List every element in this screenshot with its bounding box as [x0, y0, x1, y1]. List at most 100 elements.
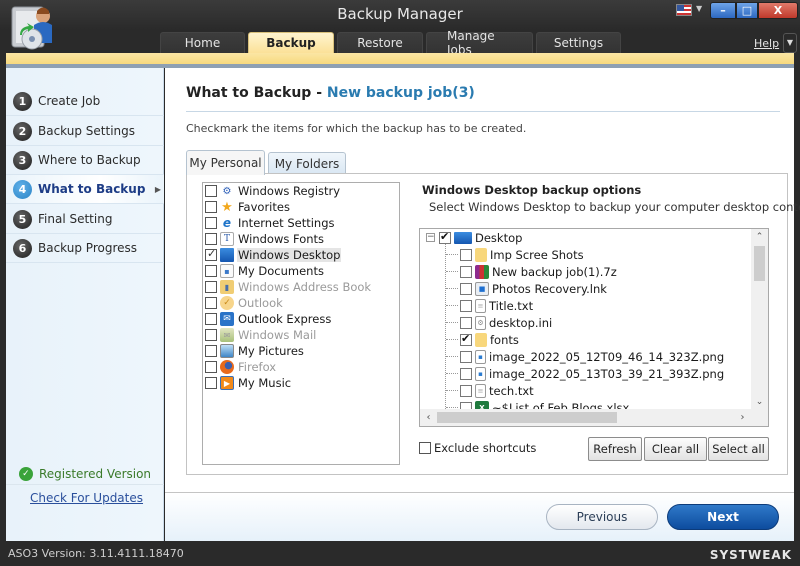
- help-dropdown-caret-icon[interactable]: ▼: [783, 33, 797, 53]
- tree-node-label: fonts: [490, 332, 519, 347]
- checkbox-checked[interactable]: [205, 247, 217, 261]
- step-final-setting[interactable]: 5 Final Setting: [6, 205, 164, 234]
- tree-node[interactable]: ≡ tech.txt: [446, 382, 534, 399]
- tree-node-label: image_2022_05_13T03_39_21_393Z.png: [489, 366, 725, 381]
- step-backup-progress[interactable]: 6 Backup Progress: [6, 234, 164, 263]
- checkbox[interactable]: [205, 345, 217, 357]
- next-button[interactable]: Next: [667, 504, 779, 530]
- clear-all-button[interactable]: Clear all: [644, 437, 707, 461]
- item-label: My Pictures: [238, 344, 304, 358]
- item-windows-mail[interactable]: ✉ Windows Mail: [203, 327, 317, 343]
- tab-settings[interactable]: Settings: [536, 32, 621, 53]
- checkbox[interactable]: [205, 201, 217, 213]
- help-menu[interactable]: Help: [754, 37, 779, 50]
- scroll-up-icon[interactable]: ⌃: [751, 229, 768, 246]
- tree-node[interactable]: New backup job(1).7z: [446, 263, 617, 280]
- checkbox[interactable]: [205, 185, 217, 197]
- refresh-button[interactable]: Refresh: [588, 437, 642, 461]
- checkbox-checked[interactable]: [439, 230, 451, 244]
- tree-node[interactable]: ■ Photos Recovery.lnk: [446, 280, 607, 297]
- item-windows-address-book[interactable]: ▮ Windows Address Book: [203, 279, 372, 295]
- tree-connector: [446, 288, 458, 289]
- check-for-updates-link[interactable]: Check For Updates: [30, 491, 143, 505]
- tree-node-label: desktop.ini: [489, 315, 553, 330]
- close-button[interactable]: X: [758, 2, 798, 19]
- previous-button[interactable]: Previous: [546, 504, 658, 530]
- step-number-badge: 6: [13, 238, 32, 258]
- checkbox[interactable]: [460, 367, 472, 380]
- item-internet-settings[interactable]: e Internet Settings: [203, 215, 336, 231]
- tree-node[interactable]: ▪ image_2022_05_12T09_46_14_323Z.png: [446, 348, 724, 365]
- help-label: Help: [754, 37, 780, 50]
- item-outlook[interactable]: ✓ Outlook: [203, 295, 284, 311]
- item-windows-registry[interactable]: ⚙ Windows Registry: [203, 183, 341, 199]
- checkbox[interactable]: [460, 265, 472, 278]
- step-what-to-backup[interactable]: 4 What to Backup ▶: [6, 175, 164, 204]
- item-my-music[interactable]: ▶ My Music: [203, 375, 292, 391]
- checkbox[interactable]: [205, 297, 217, 309]
- item-windows-fonts[interactable]: T Windows Fonts: [203, 231, 325, 247]
- registered-label: Registered Version: [38, 466, 152, 481]
- horizontal-scroll-thumb[interactable]: [437, 412, 617, 423]
- tab-restore[interactable]: Restore: [337, 32, 423, 53]
- vertical-scrollbar[interactable]: ⌃ ⌄: [751, 229, 768, 411]
- address-book-icon: ▮: [220, 280, 234, 294]
- version-status: ASO3 Version: 3.11.4111.18470: [8, 547, 184, 560]
- checkbox[interactable]: [205, 361, 217, 373]
- exclude-shortcuts-checkbox[interactable]: [419, 442, 431, 454]
- minimize-button[interactable]: –: [710, 2, 736, 19]
- ribbon-bar: [6, 53, 794, 64]
- maximize-button[interactable]: □: [736, 2, 758, 19]
- tree-node-desktop[interactable]: − Desktop: [426, 229, 522, 246]
- vertical-scroll-thumb[interactable]: [754, 246, 765, 281]
- active-step-arrow-icon: ▶: [154, 184, 161, 194]
- item-my-pictures[interactable]: My Pictures: [203, 343, 305, 359]
- checkbox[interactable]: [460, 350, 472, 363]
- collapse-icon[interactable]: −: [426, 233, 435, 242]
- checkbox[interactable]: [460, 248, 472, 261]
- language-dropdown-caret-icon[interactable]: ▼: [696, 4, 702, 13]
- checkbox[interactable]: [205, 217, 217, 229]
- tree-connector: [446, 373, 458, 374]
- scroll-left-icon[interactable]: ‹: [420, 409, 437, 426]
- archive-icon: [475, 264, 489, 279]
- tree-node[interactable]: fonts: [446, 331, 519, 348]
- language-flag-icon[interactable]: [676, 4, 692, 16]
- step-where-to-backup[interactable]: 3 Where to Backup: [6, 146, 164, 175]
- item-favorites[interactable]: ★ Favorites: [203, 199, 291, 215]
- checkbox[interactable]: [205, 329, 217, 341]
- item-my-documents[interactable]: ▪ My Documents: [203, 263, 325, 279]
- step-create-job[interactable]: 1 Create Job: [6, 87, 164, 116]
- tree-node[interactable]: ≡ Title.txt: [446, 297, 533, 314]
- step-backup-settings[interactable]: 2 Backup Settings: [6, 117, 164, 146]
- checkbox[interactable]: [460, 282, 472, 295]
- tab-manage-jobs[interactable]: Manage Jobs: [426, 29, 533, 57]
- tree-node-label: Title.txt: [489, 298, 534, 313]
- checkbox[interactable]: [205, 265, 217, 277]
- step-number-badge: 5: [13, 209, 32, 229]
- checkbox[interactable]: [460, 316, 472, 329]
- checkbox-checked[interactable]: [460, 332, 472, 346]
- checkbox[interactable]: [205, 313, 217, 325]
- checkbox[interactable]: [205, 233, 217, 245]
- checkbox[interactable]: [205, 281, 217, 293]
- tree-node[interactable]: ▪ image_2022_05_13T03_39_21_393Z.png: [446, 365, 724, 382]
- tree-node[interactable]: Imp Scree Shots: [446, 246, 584, 263]
- tab-my-personal[interactable]: My Personal: [186, 150, 265, 175]
- item-firefox[interactable]: Firefox: [203, 359, 277, 375]
- checkbox[interactable]: [460, 384, 472, 397]
- tab-home[interactable]: Home: [160, 32, 245, 53]
- item-outlook-express[interactable]: ✉ Outlook Express: [203, 311, 332, 327]
- scroll-right-icon[interactable]: ›: [734, 409, 751, 426]
- tab-backup[interactable]: Backup: [248, 32, 334, 53]
- horizontal-scrollbar[interactable]: ‹ ›: [420, 409, 768, 426]
- tree-node[interactable]: ⚙ desktop.ini: [446, 314, 552, 331]
- checkbox[interactable]: [460, 299, 472, 312]
- item-windows-desktop[interactable]: Windows Desktop: [203, 247, 342, 263]
- desktop-icon: [454, 231, 472, 244]
- checkbox[interactable]: [205, 377, 217, 389]
- select-all-button[interactable]: Select all: [708, 437, 769, 461]
- exclude-shortcuts-option[interactable]: Exclude shortcuts: [419, 441, 536, 455]
- step-label: Final Setting: [38, 212, 113, 226]
- tab-my-folders[interactable]: My Folders: [268, 152, 346, 174]
